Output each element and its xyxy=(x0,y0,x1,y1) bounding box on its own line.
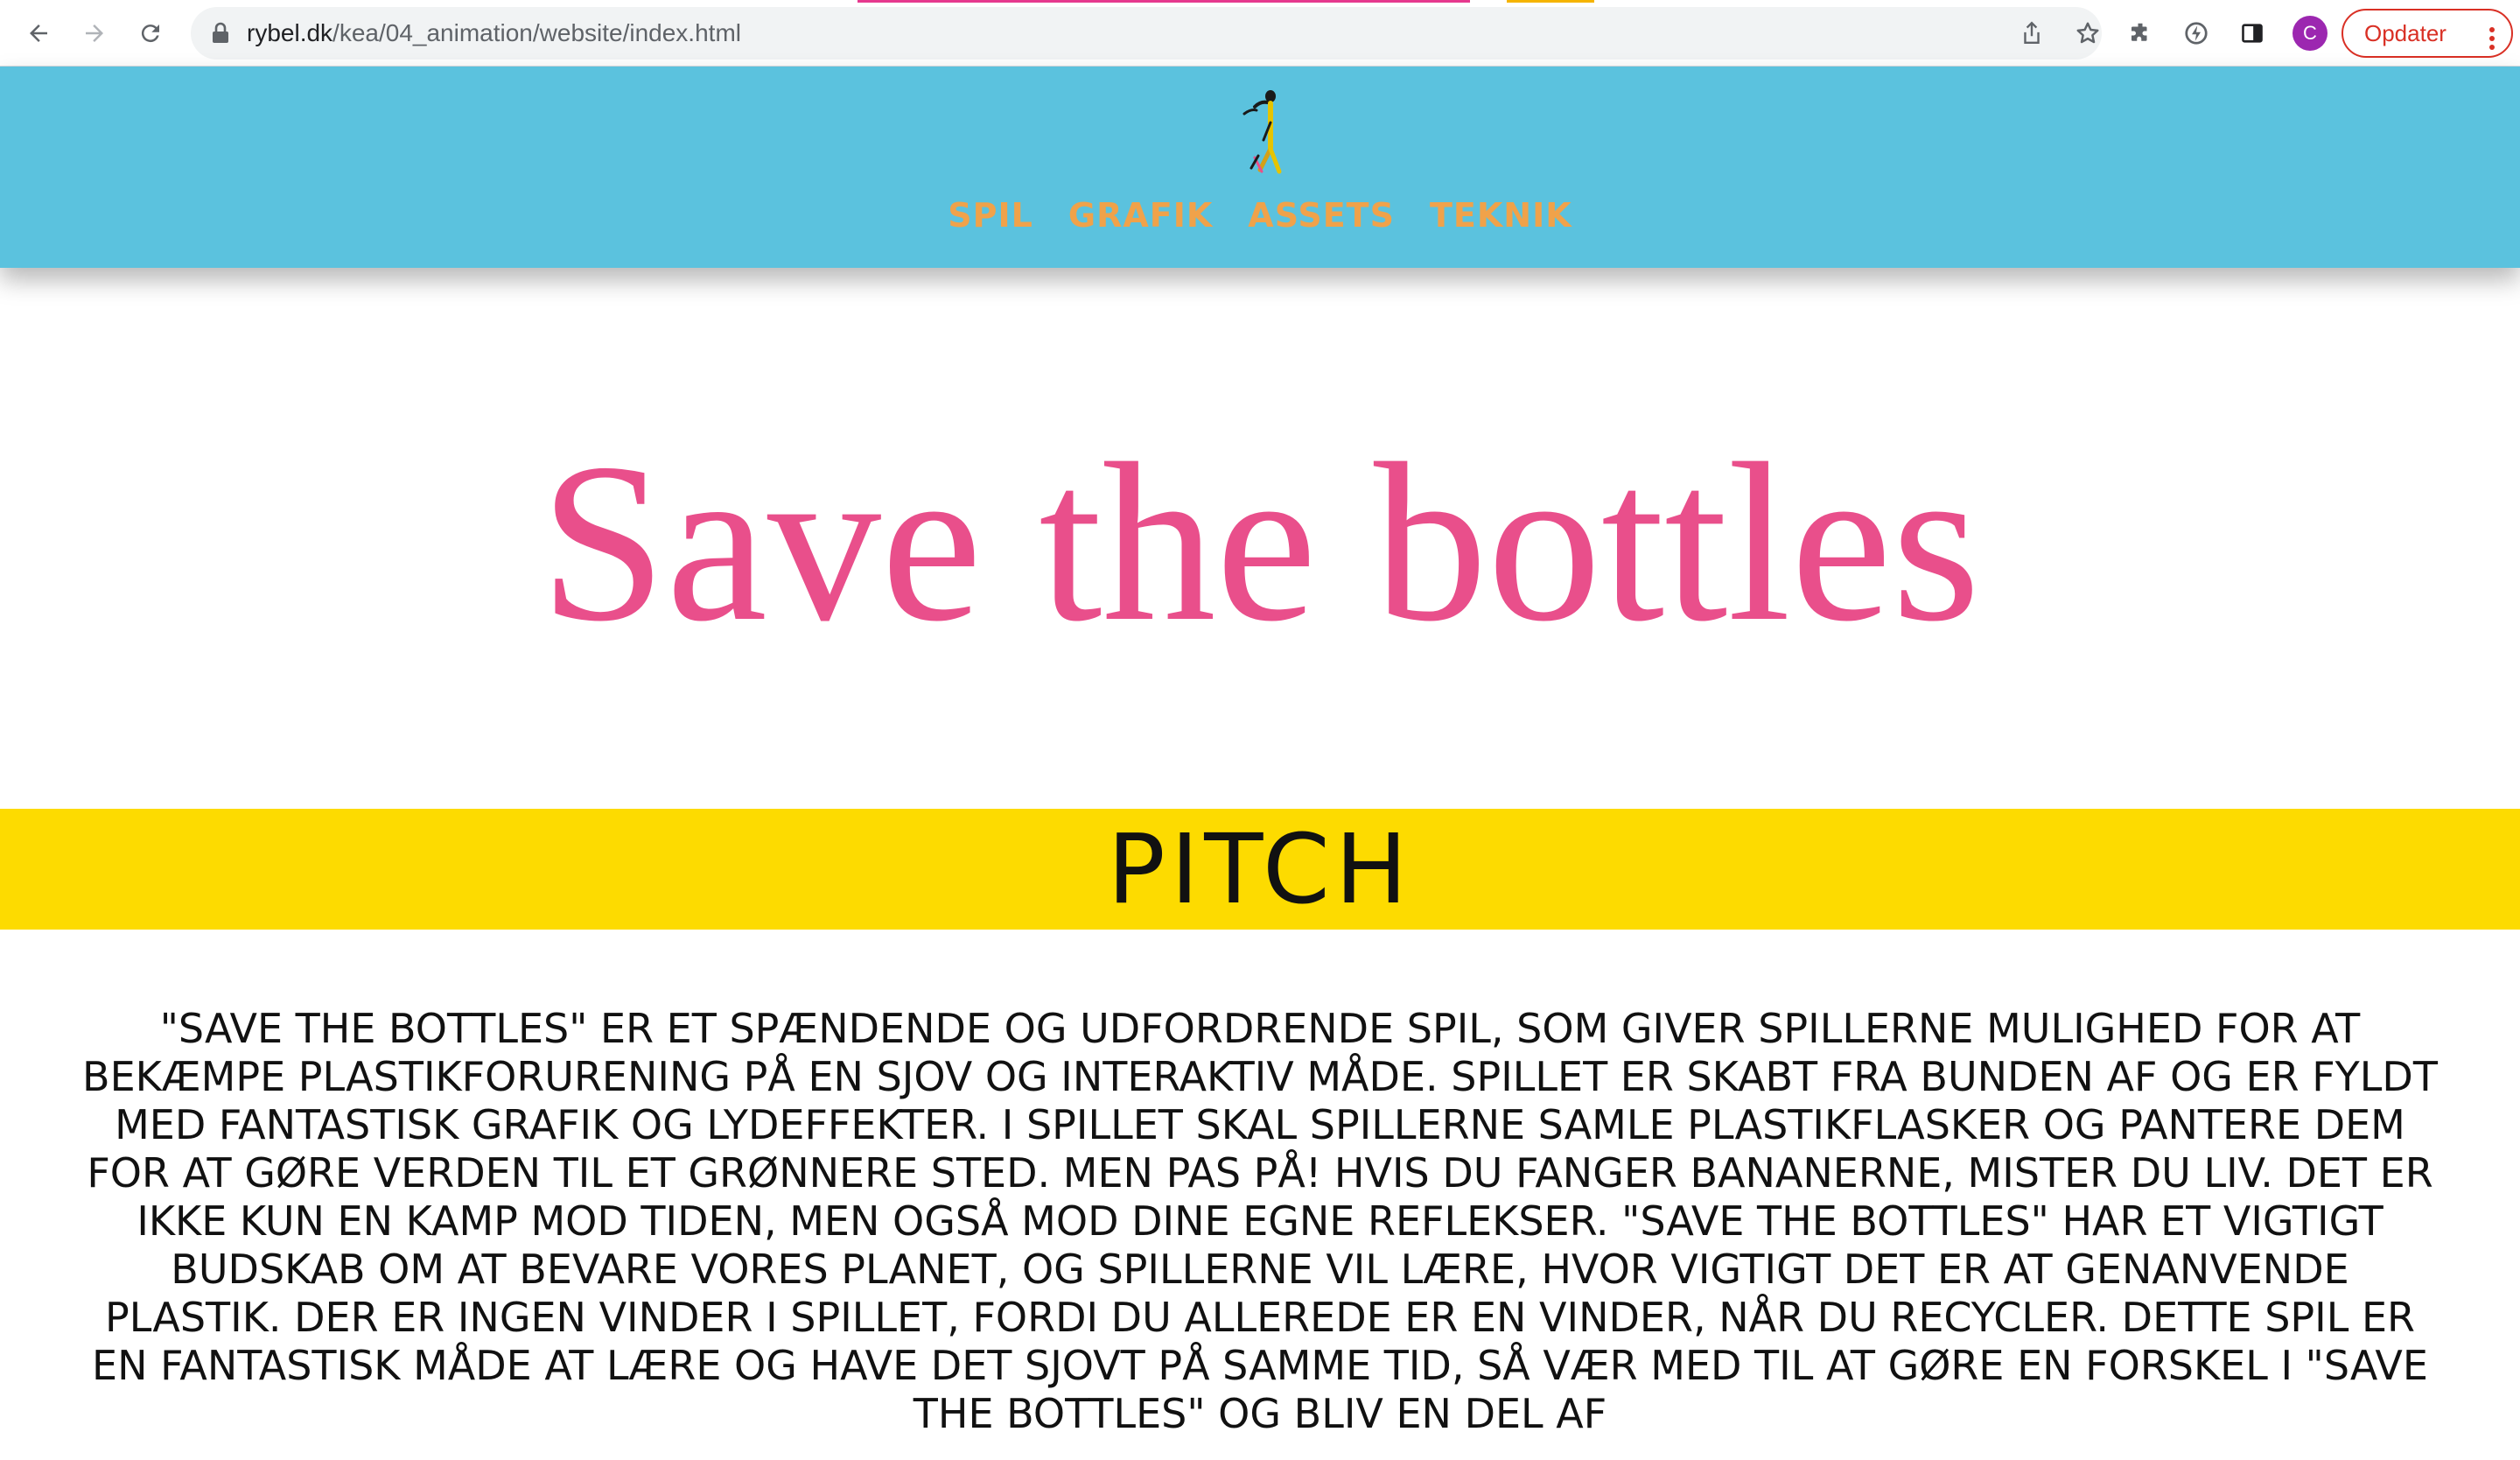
reload-icon[interactable] xyxy=(133,16,168,51)
share-icon[interactable] xyxy=(2016,18,2048,49)
profile-avatar[interactable]: C xyxy=(2292,16,2328,51)
site-nav: SPIL GRAFIK ASSETS TEKNIK xyxy=(0,189,2520,242)
url-text[interactable]: rybel.dk/kea/04_animation/website/index.… xyxy=(247,18,741,49)
hero-title: Save the bottles xyxy=(539,417,1981,669)
tab-loading-accent xyxy=(858,0,1470,3)
browser-toolbar: rybel.dk/kea/04_animation/website/index.… xyxy=(0,0,2520,67)
tab-loading-accent-2 xyxy=(1507,0,1594,3)
update-button-label: Opdater xyxy=(2364,20,2446,46)
site-header: SPIL GRAFIK ASSETS TEKNIK xyxy=(0,67,2520,268)
pitch-heading: PITCH xyxy=(1107,813,1413,925)
nav-link-spil[interactable]: SPIL xyxy=(948,189,1033,242)
nav-link-assets[interactable]: ASSETS xyxy=(1248,189,1395,242)
performance-icon[interactable] xyxy=(2179,16,2214,51)
address-bar[interactable]: rybel.dk/kea/04_animation/website/index.… xyxy=(191,7,2102,60)
update-button[interactable]: Opdater xyxy=(2342,9,2513,58)
more-icon[interactable] xyxy=(2488,21,2496,67)
pitch-band: PITCH xyxy=(0,809,2520,930)
url-host: rybel.dk xyxy=(247,19,333,46)
nav-link-grafik[interactable]: GRAFIK xyxy=(1068,189,1213,242)
lock-icon[interactable] xyxy=(210,22,231,48)
extensions-icon[interactable] xyxy=(2123,16,2158,51)
star-icon[interactable] xyxy=(2072,18,2104,49)
stick-figure-logo-icon[interactable] xyxy=(1225,88,1295,175)
nav-link-teknik[interactable]: TEKNIK xyxy=(1430,189,1572,242)
forward-icon[interactable] xyxy=(77,16,112,51)
side-panel-icon[interactable] xyxy=(2235,16,2270,51)
url-path: /kea/04_animation/website/index.html xyxy=(332,19,741,46)
back-icon[interactable] xyxy=(21,16,56,51)
pitch-paragraph: "Save the Bottles" er et spændende og ud… xyxy=(82,1005,2438,1437)
